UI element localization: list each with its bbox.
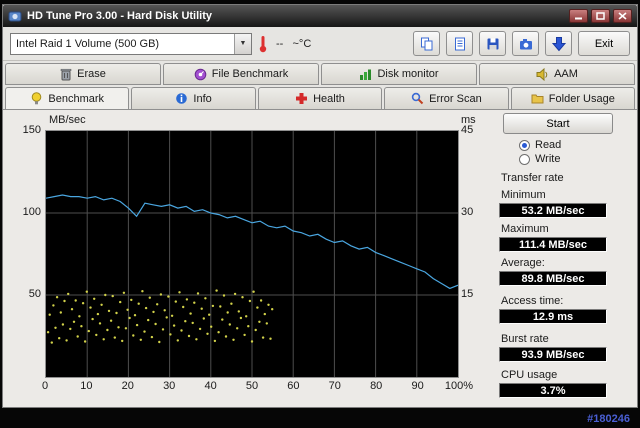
screenshot-button[interactable] <box>512 31 539 56</box>
lamp-icon <box>30 92 43 105</box>
left-axis-unit: MB/sec <box>49 114 86 126</box>
x-tick-label: 0 <box>41 380 49 392</box>
tab-erase[interactable]: Erase <box>5 63 161 85</box>
write-radio[interactable]: Write <box>519 153 560 165</box>
cpu-usage-label: CPU usage <box>501 369 558 381</box>
minimize-button[interactable] <box>569 9 588 23</box>
x-tick-label: 30 <box>163 380 176 392</box>
ytick-15: 15 <box>461 288 474 300</box>
tab-folder-usage-label: Folder Usage <box>548 92 615 105</box>
drive-select-value: Intel Raid 1 Volume (500 GB) <box>16 37 160 50</box>
ytick-100: 100 <box>22 206 41 218</box>
x-tick-label: 70 <box>328 380 341 392</box>
save-button[interactable] <box>479 31 506 56</box>
temperature-readout: -- ~°C <box>276 37 312 50</box>
access-time-label: Access time: <box>501 295 564 307</box>
tab-health[interactable]: Health <box>257 87 383 109</box>
copy-button[interactable] <box>413 31 440 56</box>
thermometer-icon <box>258 35 268 53</box>
tab-row-top: Erase File Benchmark Disk monitor AAM <box>3 61 637 85</box>
write-radio-circle[interactable] <box>519 153 530 165</box>
tab-benchmark-label: Benchmark <box>48 92 105 105</box>
watermark: #180246 <box>587 413 630 425</box>
maximum-value: 111.4 MB/sec <box>499 237 607 252</box>
ytick-150: 150 <box>22 124 41 136</box>
gauge-icon <box>194 68 207 81</box>
magnifier-icon <box>411 92 424 105</box>
read-radio-circle[interactable] <box>519 139 530 151</box>
info-icon <box>175 92 188 105</box>
window-title: HD Tune Pro 3.00 - Hard Disk Utility <box>27 10 213 22</box>
average-value: 89.8 MB/sec <box>499 271 607 286</box>
trash-icon <box>60 68 72 81</box>
results-panel: Start Read Write Transfer rate Minimum 5… <box>491 110 637 407</box>
toolbar: Intel Raid 1 Volume (500 GB) ▼ -- ~°C Ex… <box>3 27 637 61</box>
transfer-rate-heading: Transfer rate <box>501 172 564 184</box>
benchmark-plot <box>45 130 459 378</box>
close-button[interactable] <box>613 9 632 23</box>
ytick-50: 50 <box>28 288 41 300</box>
benchmark-plot-svg <box>46 131 458 377</box>
x-tick-label: 60 <box>287 380 300 392</box>
tab-aam[interactable]: AAM <box>479 63 635 85</box>
exit-button[interactable]: Exit <box>578 31 630 56</box>
x-tick-label: 100% <box>444 380 474 392</box>
minimum-label: Minimum <box>501 189 546 201</box>
folder-icon <box>531 92 544 105</box>
x-tick-label: 40 <box>204 380 217 392</box>
x-axis-labels: 0 10 20 30 40 50 60 70 80 90 100% <box>41 380 473 392</box>
tab-row-bottom: Benchmark Info Health Error Scan Folder … <box>3 85 637 109</box>
tab-erase-label: Erase <box>77 68 106 80</box>
x-tick-label: 10 <box>80 380 93 392</box>
app-icon <box>8 9 22 23</box>
average-label: Average: <box>501 257 545 269</box>
tab-error-scan-label: Error Scan <box>429 92 482 105</box>
burst-rate-label: Burst rate <box>501 333 549 345</box>
tab-info[interactable]: Info <box>131 87 256 109</box>
chart-icon <box>359 68 372 81</box>
tab-error-scan[interactable]: Error Scan <box>384 87 509 109</box>
maximum-label: Maximum <box>501 223 549 235</box>
tab-file-benchmark[interactable]: File Benchmark <box>163 63 319 85</box>
titlebar: HD Tune Pro 3.00 - Hard Disk Utility <box>3 5 637 27</box>
x-tick-label: 80 <box>370 380 383 392</box>
tab-info-label: Info <box>193 92 212 105</box>
health-cross-icon <box>295 92 308 105</box>
cpu-usage-value: 3.7% <box>499 383 607 398</box>
x-tick-label: 90 <box>411 380 424 392</box>
app-window: HD Tune Pro 3.00 - Hard Disk Utility Int… <box>2 4 638 408</box>
burst-rate-value: 93.9 MB/sec <box>499 347 607 362</box>
capture-button[interactable] <box>545 31 572 56</box>
tab-health-label: Health <box>313 92 345 105</box>
write-radio-label: Write <box>535 153 561 165</box>
benchmark-panel: MB/sec ms 150 100 50 45 30 15 0 10 20 30 40 5… <box>3 109 637 407</box>
tab-aam-label: AAM <box>554 68 578 80</box>
tab-benchmark[interactable]: Benchmark <box>5 87 130 109</box>
x-tick-label: 20 <box>121 380 134 392</box>
tab-folder-usage[interactable]: Folder Usage <box>510 87 636 109</box>
read-radio[interactable]: Read <box>519 139 561 151</box>
maximize-button[interactable] <box>591 9 610 23</box>
minimum-value: 53.2 MB/sec <box>499 203 607 218</box>
report-button[interactable] <box>446 31 473 56</box>
speaker-icon <box>536 67 549 81</box>
start-button[interactable]: Start <box>503 113 613 134</box>
tab-disk-monitor[interactable]: Disk monitor <box>321 63 477 85</box>
read-radio-label: Read <box>535 139 562 151</box>
access-time-value: 12.9 ms <box>499 309 607 324</box>
ytick-30: 30 <box>461 206 474 218</box>
tab-disk-monitor-label: Disk monitor <box>377 68 439 80</box>
x-tick-label: 50 <box>245 380 259 392</box>
dropdown-arrow-icon[interactable]: ▼ <box>234 33 251 54</box>
ytick-45: 45 <box>461 124 474 136</box>
tab-file-benchmark-label: File Benchmark <box>211 68 289 80</box>
drive-select[interactable]: Intel Raid 1 Volume (500 GB) ▼ <box>10 32 252 55</box>
